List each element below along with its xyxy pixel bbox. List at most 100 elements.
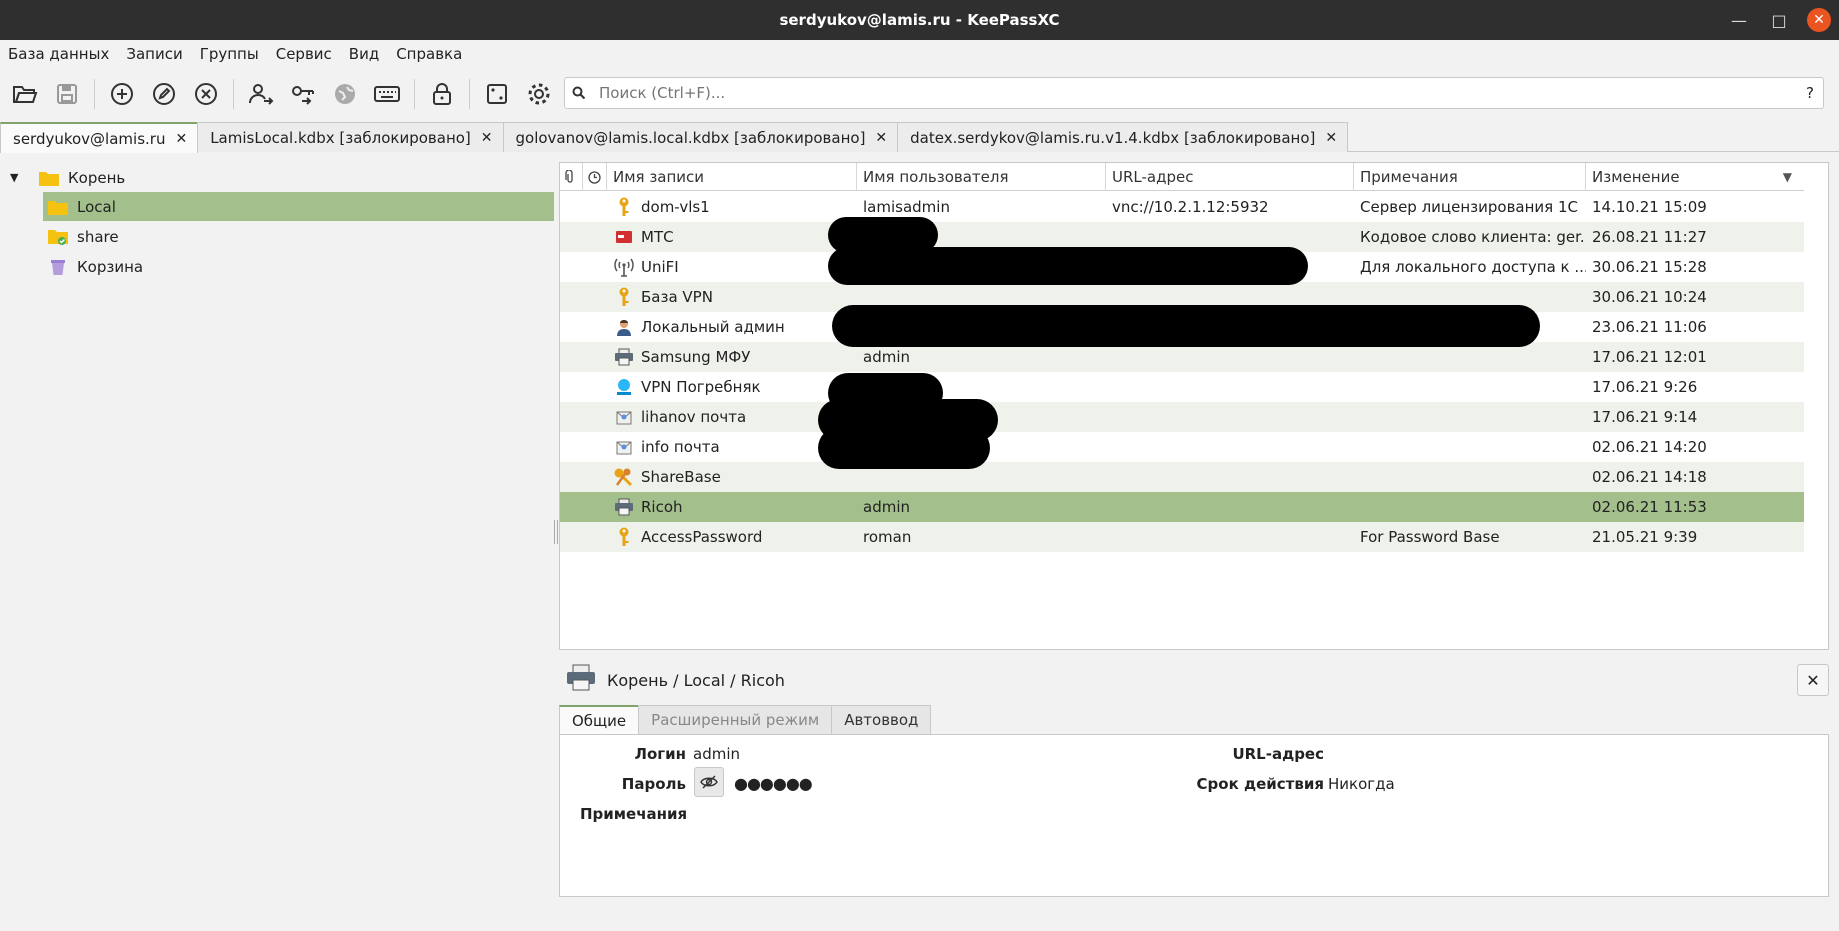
attachment-cell (560, 492, 583, 522)
expiry-cell (583, 252, 607, 282)
save-database-button[interactable] (52, 79, 82, 109)
table-row[interactable]: AccessPassword roman For Password Base 21.0… (560, 522, 1804, 552)
password-generator-button[interactable] (482, 79, 512, 109)
entry-name-cell: База VPN (607, 282, 857, 312)
column-header-notes[interactable]: Примечания (1354, 163, 1586, 191)
expiry-cell (583, 492, 607, 522)
login-value[interactable]: admin (693, 745, 740, 763)
attachment-column-header[interactable] (560, 163, 583, 191)
table-row[interactable]: ShareBase 02.06.21 14:18 (560, 462, 1804, 492)
login-label: Логин (634, 745, 686, 763)
menu-tools[interactable]: Сервис (276, 45, 332, 63)
close-window-button[interactable]: ✕ (1807, 8, 1831, 32)
tab-general[interactable]: Общие (559, 705, 640, 735)
entry-name-cell: МТС (607, 222, 857, 252)
expiry-cell (583, 342, 607, 372)
open-database-button[interactable] (10, 79, 40, 109)
column-header-username[interactable]: Имя пользователя (857, 163, 1106, 191)
copy-username-button[interactable] (246, 79, 276, 109)
search-box[interactable]: ? (564, 77, 1824, 109)
tree-item-root[interactable]: ▼ Корень (10, 163, 550, 192)
tab-label: LamisLocal.kdbx [заблокировано] (210, 128, 471, 147)
table-header: Имя записи Имя пользователя URL-адрес Пр… (560, 163, 1804, 191)
menu-help[interactable]: Справка (396, 45, 462, 63)
entry-notes-cell (1354, 372, 1586, 402)
toolbar-separator (414, 79, 415, 109)
settings-button[interactable] (524, 79, 554, 109)
attachment-cell (560, 462, 583, 492)
gear-icon (528, 83, 550, 105)
tree-item-label: Local (77, 197, 116, 216)
expiry-cell (583, 462, 607, 492)
entry-url-cell (1106, 462, 1354, 492)
folder-open-icon (13, 86, 38, 103)
open-url-button[interactable] (330, 79, 360, 109)
lock-database-button[interactable] (427, 79, 457, 109)
entry-username-cell: admin (863, 498, 910, 516)
autotype-button[interactable] (372, 79, 402, 109)
close-tab-icon[interactable]: ✕ (481, 130, 493, 146)
menu-view[interactable]: Вид (349, 45, 379, 63)
table-row[interactable]: Ricoh admin 02.06.21 11:53 (560, 492, 1804, 522)
notes-label: Примечания (580, 805, 688, 823)
expiry-column-header[interactable] (583, 163, 607, 191)
menu-groups[interactable]: Группы (200, 45, 259, 63)
add-circle-icon (111, 83, 133, 105)
tree-item-trash[interactable]: Корзина (43, 252, 554, 281)
attachment-cell (560, 402, 583, 432)
tab-autotype[interactable]: Автоввод (831, 705, 932, 735)
tree-item-local[interactable]: Local (43, 192, 554, 221)
column-header-name[interactable]: Имя записи (607, 163, 857, 191)
entry-url-cell (1106, 492, 1354, 522)
menu-entries[interactable]: Записи (126, 45, 182, 63)
entry-modified-cell: 17.06.21 12:01 (1592, 348, 1707, 366)
close-details-button[interactable]: ✕ (1797, 664, 1829, 696)
collapse-arrow-icon[interactable]: ▼ (10, 171, 24, 184)
mail-icon (613, 406, 635, 428)
table-row[interactable]: lihanov почта 17.06.21 9:14 (560, 402, 1804, 432)
tree-item-share[interactable]: share (43, 222, 554, 251)
table-row[interactable]: dom-vls1 lamisadmin vnc://10.2.1.12:5932 Се… (560, 192, 1804, 222)
entry-name-cell: UniFI (607, 252, 857, 282)
printer-icon (565, 664, 597, 696)
delete-entry-button[interactable] (191, 79, 221, 109)
sort-descending-icon: ▼ (1782, 170, 1792, 184)
edit-entry-button[interactable] (149, 79, 179, 109)
tab-database-golovanov[interactable]: golovanov@lamis.local.kdbx [заблокирован… (502, 122, 899, 152)
menu-database[interactable]: База данных (8, 45, 109, 63)
entry-modified-cell: 30.06.21 10:24 (1592, 288, 1707, 306)
entry-username-cell: roman (863, 528, 912, 546)
entry-notes-cell: Кодовое слово клиента: ger... (1360, 228, 1586, 246)
entry-modified-cell: 14.10.21 15:09 (1592, 198, 1707, 216)
expiry-label: Срок действия (1196, 775, 1324, 793)
maximize-button[interactable]: □ (1767, 8, 1791, 32)
search-input[interactable] (593, 79, 1797, 107)
add-entry-button[interactable] (107, 79, 137, 109)
table-row[interactable]: VPN Погребняк 17.06.21 9:26 (560, 372, 1804, 402)
copy-password-button[interactable] (288, 79, 318, 109)
table-row[interactable]: info почта 02.06.21 14:20 (560, 432, 1804, 462)
antenna-icon (613, 256, 635, 278)
details-header: Корень / Local / Ricoh ✕ (559, 662, 1829, 698)
tab-database-datex[interactable]: datex.serdykov@lamis.ru.v1.4.kdbx [забло… (897, 122, 1349, 152)
password-value[interactable]: ●●●●●● (734, 774, 813, 793)
key-icon (613, 286, 635, 308)
tab-database-serdyukov[interactable]: serdyukov@lamis.ru ✕ (0, 122, 199, 153)
entry-name-cell: VPN Погребняк (607, 372, 857, 402)
close-tab-icon[interactable]: ✕ (875, 130, 887, 146)
expiry-cell (583, 402, 607, 432)
close-tab-icon[interactable]: ✕ (175, 131, 187, 147)
toggle-password-visibility-button[interactable] (694, 767, 724, 797)
minimize-button[interactable]: — (1727, 8, 1751, 32)
column-header-url[interactable]: URL-адрес (1106, 163, 1354, 191)
close-tab-icon[interactable]: ✕ (1325, 130, 1337, 146)
details-general-body: Логин admin Пароль ●●●●●● Примечания URL… (559, 734, 1829, 897)
tab-advanced[interactable]: Расширенный режим (638, 705, 833, 735)
mail-icon (613, 436, 635, 458)
pane-splitter-handle[interactable] (554, 520, 558, 544)
search-help-button[interactable]: ? (1797, 84, 1823, 102)
edit-circle-icon (153, 83, 175, 105)
tab-database-lamislocal[interactable]: LamisLocal.kdbx [заблокировано] ✕ (197, 122, 504, 152)
attachment-cell (560, 432, 583, 462)
column-header-modified[interactable]: Изменение ▼ (1586, 163, 1804, 191)
